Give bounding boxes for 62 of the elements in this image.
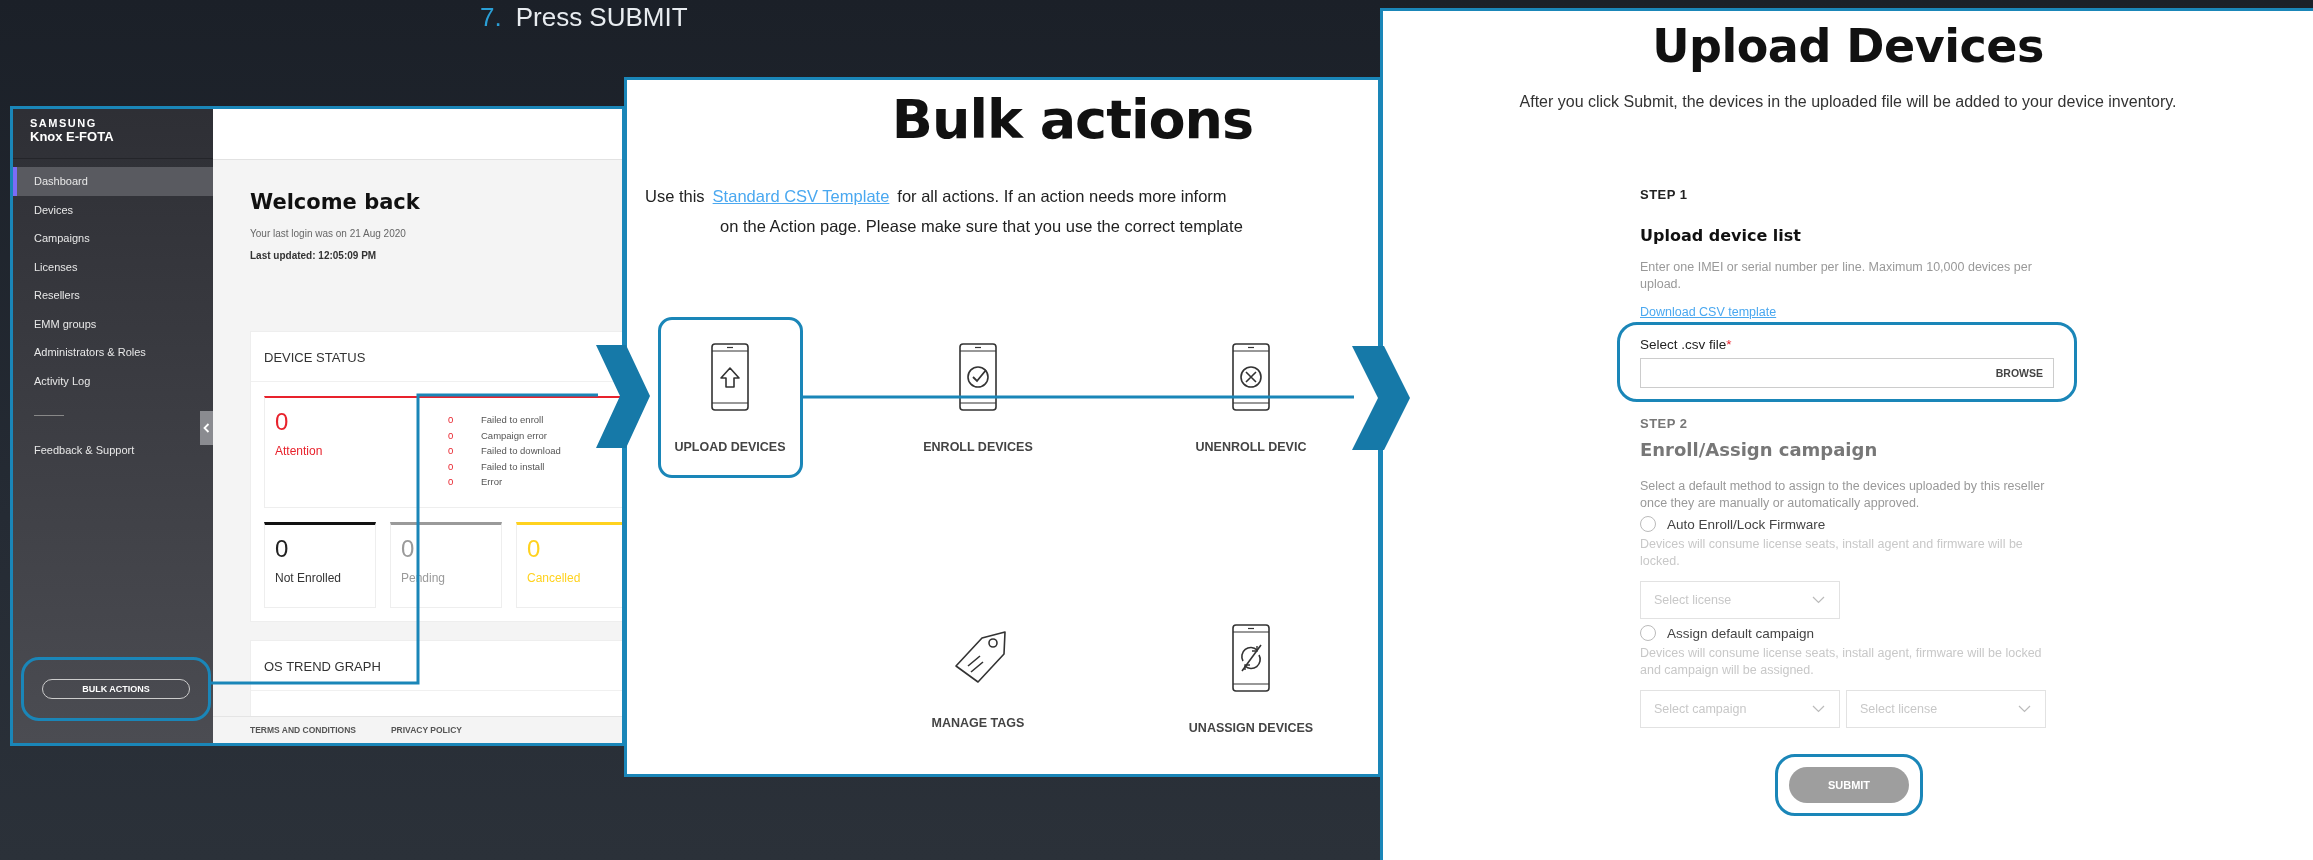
- issue-label: Campaign error: [481, 429, 547, 441]
- sidebar-item[interactable]: Feedback & Support: [13, 436, 213, 465]
- caret-icon: [2018, 705, 2031, 713]
- intro-text: Use this Standard CSV Template for all actions. If an action needs more inform on the Action page. Please make sure that you use the correct template: [645, 186, 1244, 237]
- section-heading: Upload device list: [1640, 226, 1802, 245]
- sidebar-item[interactable]: Resellers: [13, 281, 213, 310]
- issue-label: Error: [481, 476, 503, 487]
- field-label: Select .csv file*: [1640, 336, 1733, 352]
- status-count: 0: [275, 408, 290, 436]
- issue-count: 0: [447, 429, 455, 441]
- sidebar-item[interactable]: Licenses: [13, 252, 213, 281]
- action-tile[interactable]: UPLOAD DEVICES: [674, 341, 786, 454]
- chevron-left-icon: [203, 423, 210, 433]
- issue-label: Failed to enroll: [481, 414, 544, 425]
- collapse-tab[interactable]: [200, 411, 213, 445]
- page-title: Welcome back: [250, 190, 421, 214]
- help-text: Select a default method to assign to the devices uploaded by this reseller once they are manually or automatically approved.: [1640, 478, 2046, 512]
- step-label: STEP 2: [1640, 416, 1689, 431]
- sidebar-item[interactable]: Devices: [13, 195, 213, 224]
- status-label: Cancelled: [527, 571, 582, 585]
- step-label: STEP 1: [1640, 187, 1689, 202]
- status-count: 0: [275, 535, 290, 563]
- page-title: Bulk actions: [890, 88, 1255, 151]
- last-updated-text: Last updated: 12:05:09 PM: [250, 250, 378, 261]
- action-tile[interactable]: MANAGE TAGS: [931, 627, 1025, 730]
- action-tile[interactable]: UNENROLL DEVIC: [1195, 341, 1307, 454]
- file-input-field[interactable]: BROWSE: [1640, 357, 2054, 388]
- caret-icon: [1812, 705, 1825, 713]
- sidebar-item[interactable]: Campaigns: [13, 224, 213, 253]
- browse-button[interactable]: BROWSE: [1995, 366, 2043, 379]
- action-tile[interactable]: UNASSIGN DEVICES: [1188, 622, 1314, 735]
- phone-check-icon: [958, 341, 998, 412]
- issue-count: 0: [447, 445, 455, 456]
- section-heading: Enroll/Assign campaign: [1640, 439, 1879, 460]
- status-count: 0: [401, 535, 416, 563]
- product-name: Knox E-FOTA: [30, 129, 115, 144]
- issue-count: 0: [447, 460, 455, 472]
- status-label: Attention: [275, 444, 324, 458]
- sidebar-item[interactable]: EMM groups: [13, 309, 213, 338]
- page-subtitle: After you click Submit, the devices in the uploaded file will be added to your device inventory.: [1518, 93, 2178, 111]
- issue-label: Failed to download: [481, 445, 561, 456]
- issue-label: Failed to install: [481, 460, 545, 472]
- step-number: 7.: [480, 2, 502, 33]
- footer-link[interactable]: PRIVACY POLICY: [390, 725, 462, 735]
- sidebar-item[interactable]: Dashboard: [13, 167, 213, 196]
- footer-link[interactable]: TERMS AND CONDITIONS: [250, 725, 356, 735]
- last-login-text: Your last login was on 21 Aug 2020: [250, 228, 407, 239]
- phone-sync-crossed-icon: [1231, 622, 1271, 693]
- issue-count: 0: [447, 414, 455, 425]
- phone-upload-icon: [710, 341, 750, 412]
- caret-icon: [1812, 596, 1825, 604]
- action-tile[interactable]: ENROLL DEVICES: [923, 341, 1033, 454]
- sidebar-item[interactable]: Activity Log: [13, 366, 213, 395]
- step-title: Press SUBMIT: [515, 2, 688, 33]
- help-text: Enter one IMEI or serial number per line. Maximum 10,000 devices per upload.: [1640, 259, 2033, 293]
- status-count: 0: [527, 535, 542, 563]
- sidebar-item[interactable]: Administrators & Roles: [13, 338, 213, 367]
- phone-x-icon: [1231, 341, 1271, 412]
- brand-name: SAMSUNG: [30, 117, 98, 129]
- issue-count: 0: [447, 476, 455, 487]
- status-label: Not Enrolled: [275, 571, 343, 585]
- page-title: Upload Devices: [1651, 19, 2045, 73]
